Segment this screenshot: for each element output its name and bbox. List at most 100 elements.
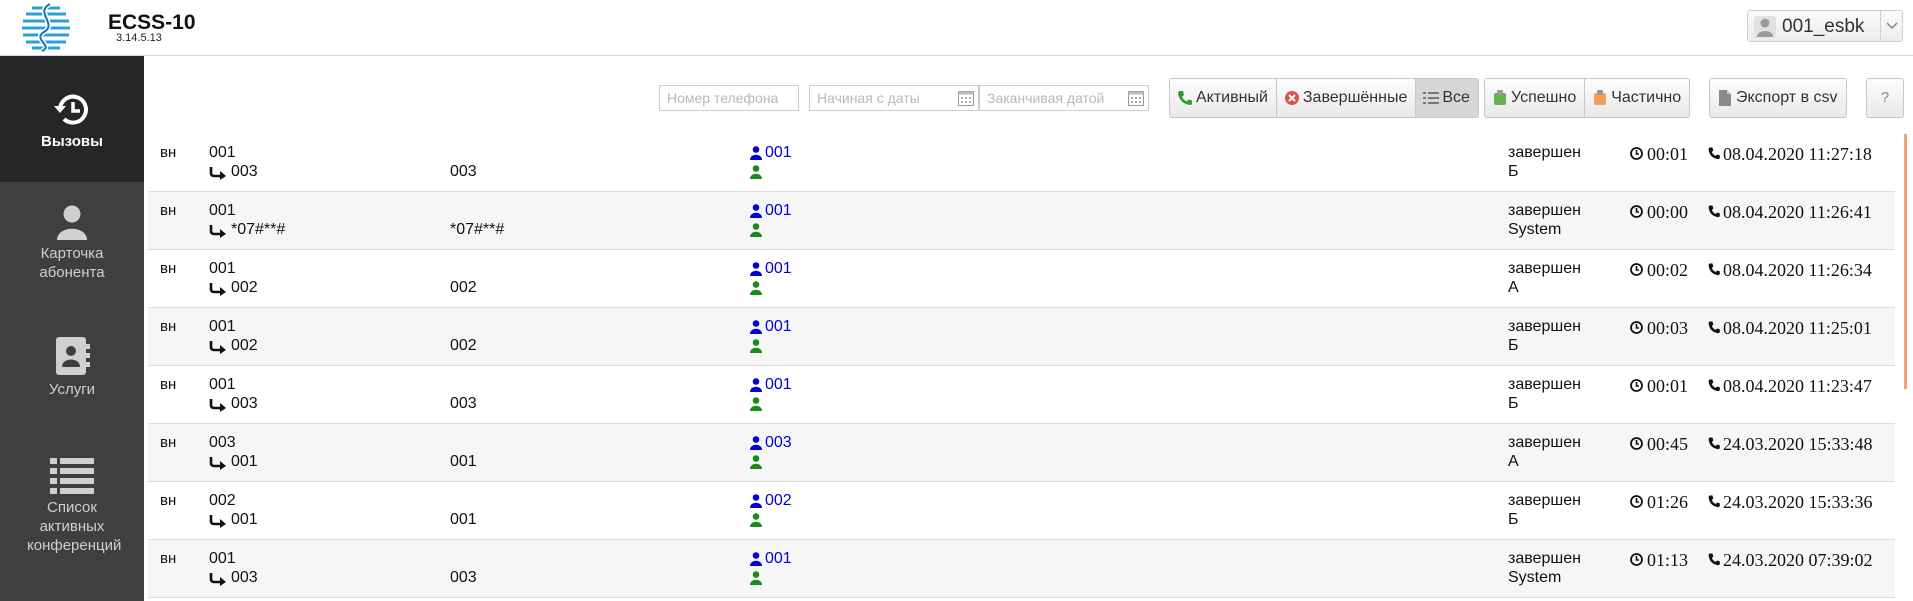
list-icon — [50, 458, 94, 494]
caller-number: 001 — [209, 318, 236, 335]
call-status: завершен — [1508, 144, 1581, 161]
export-csv-button[interactable]: Экспорт в csv — [1710, 79, 1846, 117]
destination-number: 003 — [450, 569, 477, 586]
call-type: вн — [160, 202, 177, 219]
call-status: завершен — [1508, 202, 1581, 219]
success-icon — [1494, 90, 1506, 105]
release-side: System — [1508, 569, 1562, 586]
caller-number: 003 — [209, 434, 236, 451]
called-number: 003 — [209, 569, 258, 587]
sidebar-item-label: Вызовы — [41, 133, 103, 150]
close-circle-icon — [1284, 91, 1299, 105]
sidebar-item-label: Карточка абонента — [39, 245, 105, 281]
filter-partial-button[interactable]: Частично — [1585, 79, 1689, 117]
subscriber-link[interactable]: 002 — [750, 492, 792, 510]
partial-icon — [1594, 90, 1607, 105]
table-row[interactable]: вн 001 003 003 001 завершен System 01:13… — [148, 540, 1895, 598]
call-status: завершен — [1508, 492, 1581, 509]
clock-icon — [1630, 379, 1643, 392]
history-icon — [54, 94, 88, 125]
user-icon — [750, 320, 762, 334]
call-duration: 01:13 — [1630, 550, 1688, 571]
sidebar-item-active-conferences[interactable]: Список активных конференций — [0, 458, 144, 578]
filter-active-button[interactable]: Активный — [1170, 79, 1277, 117]
call-datetime: 08.04.2020 11:26:34 — [1708, 260, 1872, 281]
clock-icon — [1630, 495, 1643, 508]
clock-icon — [1630, 553, 1643, 566]
scrollbar[interactable] — [1904, 134, 1907, 389]
subscriber-link[interactable]: 001 — [750, 318, 792, 336]
release-side: Б — [1508, 511, 1519, 528]
user-online-icon — [750, 513, 762, 527]
help-button[interactable]: ? — [1866, 78, 1904, 118]
user-online-icon — [750, 281, 762, 295]
chevron-down-icon[interactable] — [1880, 11, 1902, 41]
user-icon — [750, 552, 762, 566]
filter-all-button[interactable]: Все — [1416, 79, 1478, 117]
caller-number: 001 — [209, 550, 236, 567]
caller-number: 002 — [209, 492, 236, 509]
sidebar-item-calls[interactable]: Вызовы — [0, 56, 144, 182]
table-row[interactable]: вн 001 *07#**# *07#**# 001 завершен Syst… — [148, 192, 1895, 250]
user-icon — [750, 494, 762, 508]
calls-table: вн 001 003 003 001 завершен Б 00:01 08.0… — [148, 134, 1895, 598]
caller-number: 001 — [209, 144, 236, 161]
forward-arrow-icon — [209, 399, 226, 412]
call-type: вн — [160, 492, 177, 509]
user-online-icon — [750, 223, 762, 237]
phone-icon — [1708, 321, 1720, 334]
table-row[interactable]: вн 001 003 003 001 завершен Б 00:01 08.0… — [148, 366, 1895, 424]
subscriber-link[interactable]: 001 — [750, 376, 792, 394]
table-row[interactable]: вн 001 002 002 001 завершен А 00:02 08.0… — [148, 250, 1895, 308]
called-number: 003 — [209, 395, 258, 413]
call-status: завершен — [1508, 260, 1581, 277]
call-status: завершен — [1508, 376, 1581, 393]
filter-success-button[interactable]: Успешно — [1485, 79, 1586, 117]
subscriber-link[interactable]: 001 — [750, 144, 792, 162]
called-number: *07#**# — [209, 221, 285, 239]
phone-icon — [1708, 263, 1720, 276]
call-duration: 00:01 — [1630, 144, 1688, 165]
subscriber-link[interactable]: 001 — [750, 202, 792, 220]
table-row[interactable]: вн 001 002 002 001 завершен Б 00:03 08.0… — [148, 308, 1895, 366]
sidebar-item-subscriber-card[interactable]: Карточка абонента — [0, 204, 144, 304]
subscriber-link[interactable]: 003 — [750, 434, 792, 452]
forward-arrow-icon — [209, 225, 226, 238]
phone-icon — [1708, 147, 1720, 160]
table-row[interactable]: вн 001 003 003 001 завершен Б 00:01 08.0… — [148, 134, 1895, 192]
subscriber-link[interactable]: 001 — [750, 260, 792, 278]
user-avatar-icon — [1754, 16, 1776, 38]
calendar-icon[interactable] — [1128, 90, 1144, 106]
call-type: вн — [160, 550, 177, 567]
phone-icon — [1708, 379, 1720, 392]
eltex-logo-icon[interactable] — [20, 2, 72, 52]
calendar-icon[interactable] — [958, 90, 974, 106]
call-type: вн — [160, 260, 177, 277]
phone-icon — [1178, 91, 1192, 105]
call-datetime: 08.04.2020 11:23:47 — [1708, 376, 1872, 397]
contact-book-icon — [56, 337, 90, 375]
called-number: 001 — [209, 511, 258, 529]
list-icon — [1423, 92, 1440, 104]
filter-finished-button[interactable]: Завершённые — [1277, 79, 1417, 117]
date-from-input[interactable] — [809, 85, 979, 111]
date-to-input[interactable] — [979, 85, 1149, 111]
user-menu[interactable]: 001_esbk — [1747, 10, 1903, 42]
table-row[interactable]: вн 003 001 001 003 завершен А 00:45 24.0… — [148, 424, 1895, 482]
forward-arrow-icon — [209, 573, 226, 586]
user-online-icon — [750, 397, 762, 411]
caller-number: 001 — [209, 376, 236, 393]
sidebar-item-services[interactable]: Услуги — [0, 336, 144, 416]
subscriber-link[interactable]: 001 — [750, 550, 792, 568]
phone-number-input[interactable] — [659, 85, 799, 111]
called-number: 003 — [209, 163, 258, 181]
export-group: Экспорт в csv — [1709, 78, 1847, 118]
caller-number: 001 — [209, 202, 236, 219]
call-datetime: 08.04.2020 11:27:18 — [1708, 144, 1872, 165]
call-duration: 00:01 — [1630, 376, 1688, 397]
user-icon — [750, 146, 762, 160]
release-side: А — [1508, 453, 1519, 470]
call-duration: 00:02 — [1630, 260, 1688, 281]
table-row[interactable]: вн 002 001 001 002 завершен Б 01:26 24.0… — [148, 482, 1895, 540]
sidebar-item-label: Список активных конференций — [27, 499, 122, 554]
